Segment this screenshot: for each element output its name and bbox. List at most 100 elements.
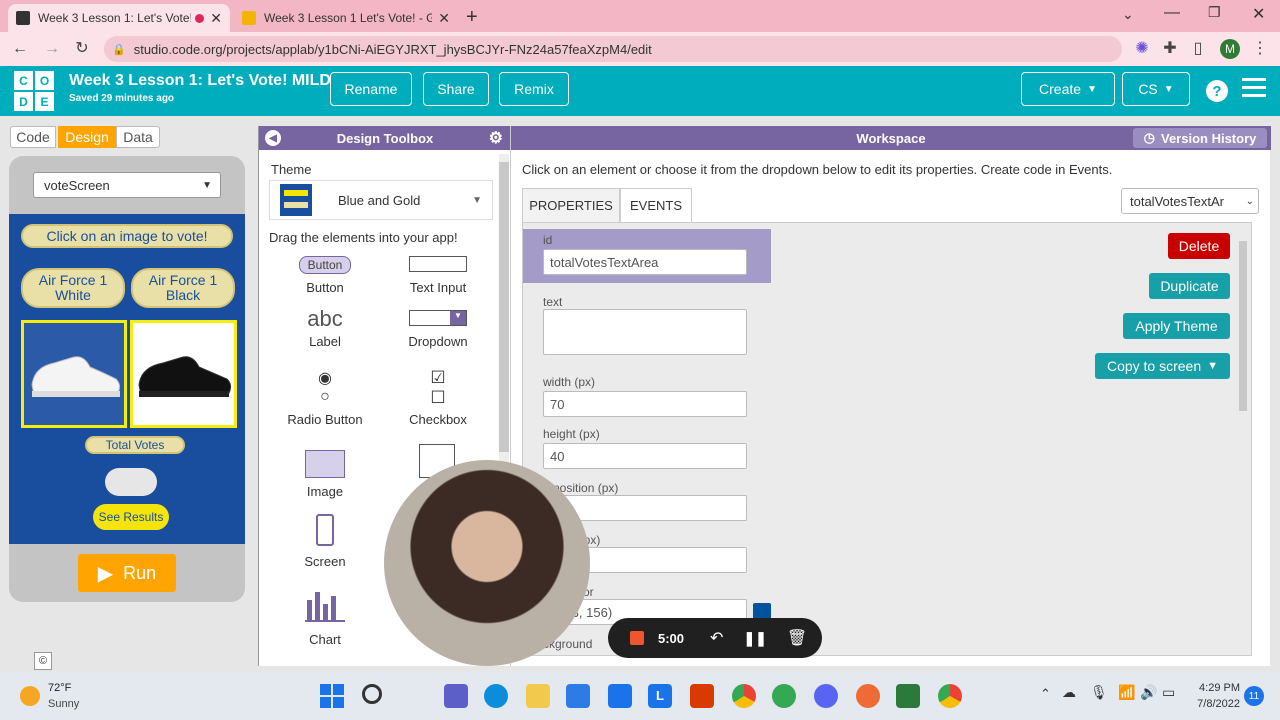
volume-icon[interactable]: 🔊 <box>1140 684 1157 701</box>
browser-tab-active[interactable]: Week 3 Lesson 1: Let's Vote! ✕ <box>8 4 230 32</box>
file-explorer-icon[interactable] <box>526 684 550 708</box>
l-app-icon[interactable]: L <box>648 684 672 708</box>
element-dropdown[interactable]: totalVotesTextAr ⌄ <box>1121 188 1259 214</box>
microphone-icon[interactable]: 🎙 <box>1090 684 1108 701</box>
trash-icon[interactable]: 🗑 <box>787 628 807 648</box>
remix-button[interactable]: Remix <box>499 72 569 106</box>
back-icon[interactable]: ← <box>10 39 30 59</box>
weather-temp: 72°F <box>48 682 72 694</box>
notification-badge[interactable]: 11 <box>1244 686 1264 706</box>
caret-down-icon: ▼ <box>1087 83 1097 95</box>
copyright-icon[interactable]: © <box>34 652 52 670</box>
mode-tab-code[interactable]: Code <box>10 126 56 148</box>
see-results-button[interactable]: See Results <box>93 504 169 530</box>
search-icon[interactable] <box>362 684 382 704</box>
mode-tab-design[interactable]: Design <box>58 126 116 148</box>
extensions-puzzle-icon[interactable]: ✚ <box>1160 39 1180 59</box>
radio-button-tool[interactable]: ◉ ○ Radio Button <box>279 370 371 427</box>
code-org-favicon-icon <box>16 11 30 25</box>
pause-icon[interactable]: ❚❚ <box>743 630 766 647</box>
total-votes-text-area[interactable] <box>105 468 157 496</box>
checkbox-icon: ☑ ☐ <box>430 368 446 407</box>
label-tool[interactable]: abc Label <box>289 306 361 352</box>
mode-tab-data[interactable]: Data <box>116 126 160 148</box>
id-input[interactable]: totalVotesTextArea <box>543 249 747 275</box>
tab-search-icon[interactable]: ⌄ <box>1122 6 1134 23</box>
copy-to-screen-button[interactable]: Copy to screen ▼ <box>1095 353 1230 379</box>
show-hidden-icons[interactable]: ⌃ <box>1040 686 1051 702</box>
collapse-toolbox-icon[interactable]: ◀ <box>265 130 281 146</box>
version-history-button[interactable]: ◷ Version History <box>1133 128 1267 148</box>
wifi-icon[interactable]: 📶 <box>1118 684 1135 701</box>
text-input[interactable] <box>543 309 747 355</box>
zoom-icon[interactable] <box>608 684 632 708</box>
weather-sun-icon[interactable] <box>20 686 40 706</box>
properties-scrollbar[interactable] <box>1239 229 1249 649</box>
help-icon[interactable]: ? <box>1206 80 1228 102</box>
screencastify-icon[interactable] <box>856 684 880 708</box>
close-tab-icon[interactable]: ✕ <box>438 10 450 27</box>
chrome-canary-icon[interactable] <box>772 684 796 708</box>
chevron-down-icon: ▼ <box>1207 360 1219 372</box>
stop-recording-icon[interactable] <box>630 631 644 645</box>
black-shoe-image[interactable] <box>130 320 237 428</box>
clock-date[interactable]: 7/8/2022 <box>1188 698 1240 710</box>
code-logo[interactable]: C O D E <box>14 71 54 111</box>
undo-icon[interactable]: ↶ <box>710 628 723 648</box>
tab-events[interactable]: EVENTS <box>620 188 692 222</box>
tab-properties[interactable]: PROPERTIES <box>522 188 620 222</box>
battery-icon[interactable]: ▭ <box>1162 684 1175 701</box>
settings-gear-icon[interactable]: ⚙ <box>489 128 503 148</box>
chevron-down-icon: ▼ <box>202 179 212 191</box>
browser-tab-slides[interactable]: Week 3 Lesson 1 Let's Vote! - Go ✕ <box>234 4 458 32</box>
chart-tool[interactable]: Chart <box>289 586 361 647</box>
run-button[interactable]: ▶ Run <box>78 554 176 592</box>
checkbox-tool[interactable]: ☑ ☐ Checkbox <box>399 368 477 427</box>
new-tab-icon[interactable]: + <box>466 6 478 29</box>
apply-theme-button[interactable]: Apply Theme <box>1123 313 1230 339</box>
image-tool[interactable]: Image <box>289 450 361 499</box>
close-window-icon[interactable]: ✕ <box>1252 4 1265 24</box>
teams-icon[interactable] <box>444 684 468 708</box>
address-bar[interactable]: 🔒 studio.code.org/projects/applab/y1bCNi… <box>104 36 1122 62</box>
discord-icon[interactable] <box>814 684 838 708</box>
profile-avatar[interactable]: M <box>1220 39 1240 59</box>
reload-icon[interactable]: ↻ <box>72 39 92 59</box>
share-button[interactable]: Share <box>423 72 489 106</box>
clock-time[interactable]: 4:29 PM <box>1192 682 1240 694</box>
onedrive-cloud-icon[interactable]: ☁ <box>1062 684 1076 701</box>
maximize-icon[interactable]: ❐ <box>1208 4 1221 21</box>
screen-dropdown[interactable]: voteScreen ▼ <box>33 172 221 198</box>
duplicate-button[interactable]: Duplicate <box>1149 273 1230 299</box>
minimize-icon[interactable]: — <box>1164 4 1180 22</box>
chrome-profile-icon[interactable] <box>938 684 962 708</box>
forward-icon[interactable]: → <box>42 39 62 59</box>
office-icon[interactable] <box>690 684 714 708</box>
edge-icon[interactable] <box>484 684 508 708</box>
height-input[interactable]: 40 <box>543 443 747 469</box>
store-icon[interactable] <box>566 684 590 708</box>
rename-button[interactable]: Rename <box>330 72 412 106</box>
white-shoe-image[interactable] <box>21 320 127 428</box>
side-panel-icon[interactable]: ▯ <box>1188 39 1208 59</box>
screen-tool[interactable]: Screen <box>289 514 361 569</box>
windows-start-icon[interactable] <box>320 684 344 708</box>
hamburger-menu-icon[interactable] <box>1242 78 1266 100</box>
radio-button-icon: ◉ ○ <box>318 370 332 405</box>
width-input[interactable]: 70 <box>543 391 747 417</box>
close-tab-icon[interactable]: ✕ <box>210 10 222 27</box>
menu-kebab-icon[interactable]: ⋮ <box>1250 39 1270 59</box>
language-button[interactable]: CS ▼ <box>1122 72 1190 106</box>
total-votes-label: Total Votes <box>85 436 185 454</box>
windows-taskbar: 72°F Sunny L ⌃ ☁ 🎙 📶 🔊 ▭ 4:29 PM 7/8/202… <box>0 672 1280 720</box>
dropdown-tool[interactable]: ▼ Dropdown <box>399 310 477 352</box>
text-input-tool[interactable]: Text Input <box>399 256 477 296</box>
app-window-icon[interactable] <box>896 684 920 708</box>
button-tool[interactable]: Button Button <box>289 256 361 296</box>
extension-icon[interactable]: ✺ <box>1132 39 1152 59</box>
delete-button[interactable]: Delete <box>1168 233 1230 259</box>
phone-screen-icon <box>316 514 334 546</box>
theme-dropdown[interactable]: Blue and Gold ▼ <box>269 180 493 220</box>
chrome-icon[interactable] <box>732 684 756 708</box>
create-menu-button[interactable]: Create ▼ <box>1021 72 1115 106</box>
